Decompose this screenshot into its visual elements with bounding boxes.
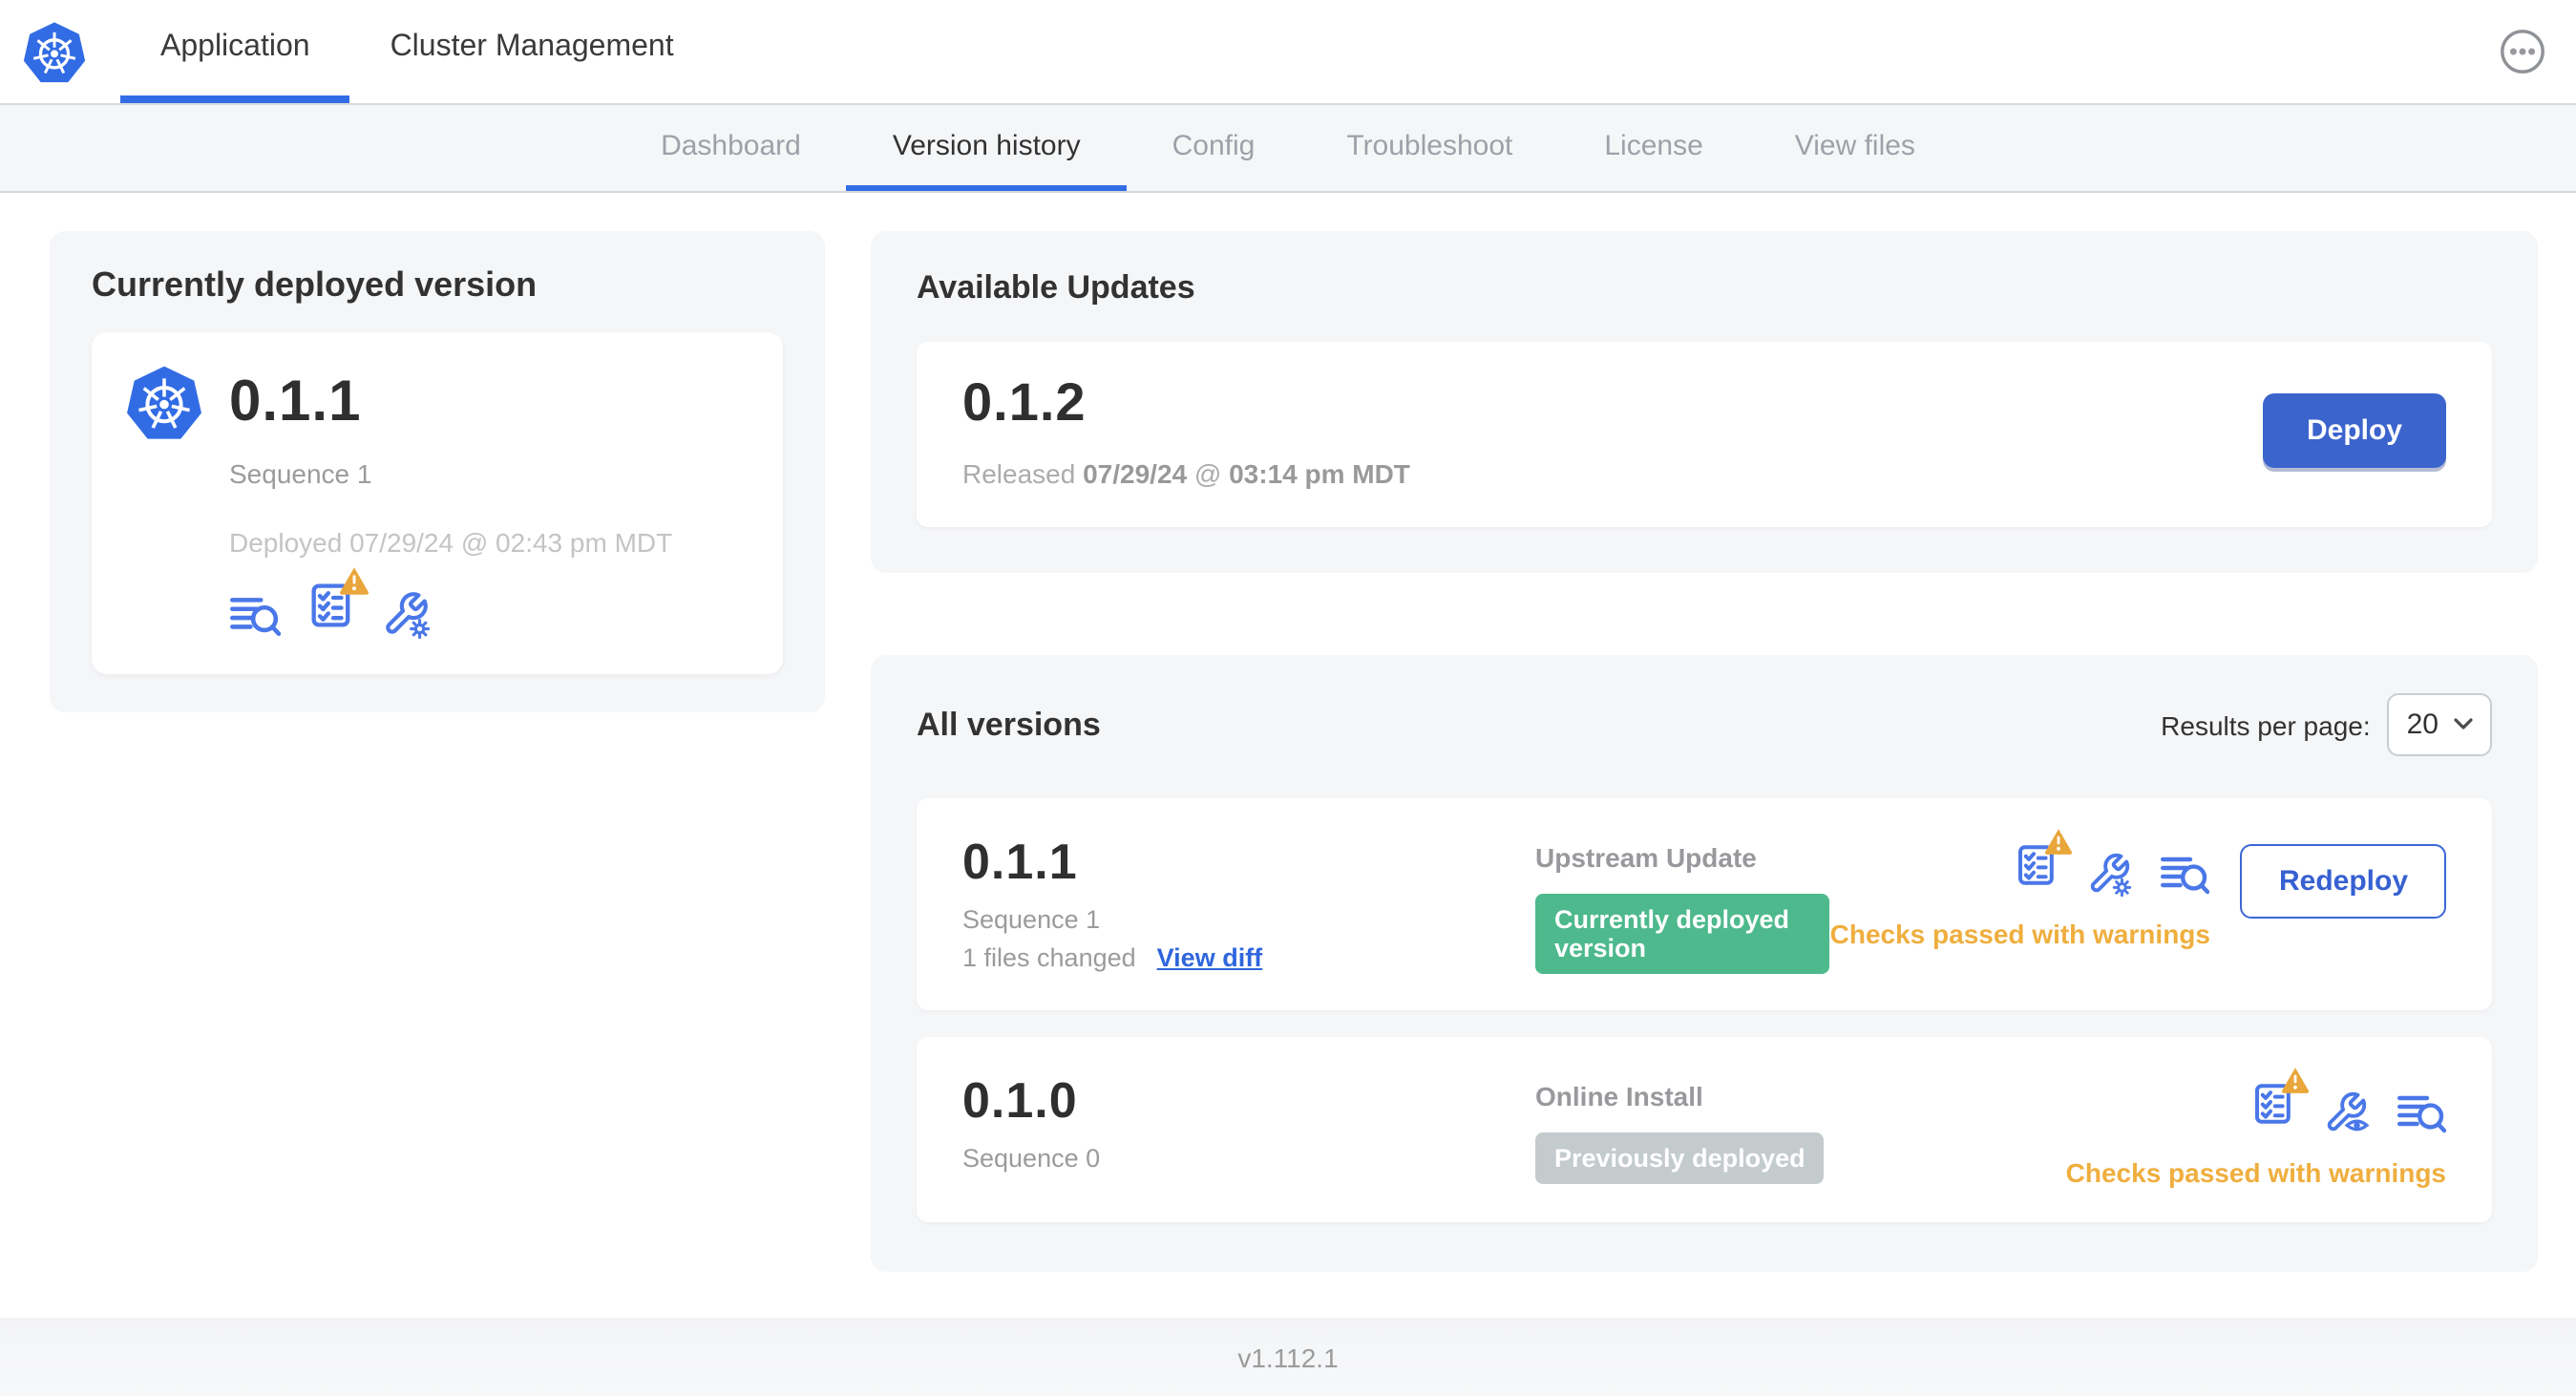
preflight-checks-warning-icon[interactable]: [2249, 1068, 2310, 1136]
preflight-status-link[interactable]: Checks passed with warnings: [1830, 919, 2210, 949]
row-version-number: 0.1.0: [962, 1071, 1078, 1129]
tab-version-history[interactable]: Version history: [846, 105, 1127, 191]
main-content: Currently deployed version 0.1.1 Sequenc…: [0, 193, 2576, 1272]
version-row-0-1-0: 0.1.0 Sequence 0 Online Install Previous…: [917, 1037, 2492, 1222]
row-sequence-label: Sequence 0: [962, 1144, 1101, 1173]
row-source-label: Upstream Update: [1535, 842, 1757, 873]
deployed-date-label: Deployed 07/29/24 @ 02:43 pm MDT: [229, 527, 673, 558]
tab-dashboard[interactable]: Dashboard: [615, 105, 847, 191]
kubernetes-logo-icon: [23, 21, 86, 82]
warning-triangle-icon: [2281, 1068, 2310, 1093]
edit-config-icon[interactable]: [380, 588, 432, 640]
available-updates-title: Available Updates: [917, 269, 1195, 306]
currently-deployed-card: Currently deployed version 0.1.1 Sequenc…: [50, 231, 825, 712]
edit-config-icon[interactable]: [2086, 850, 2134, 898]
release-notes-icon[interactable]: [2161, 852, 2210, 898]
results-per-page-label: Results per page:: [2161, 709, 2371, 740]
row-version-number: 0.1.1: [962, 833, 1078, 890]
top-bar: Application Cluster Management: [0, 0, 2576, 105]
released-date: 07/29/24: [1083, 458, 1188, 489]
deployed-version-number: 0.1.1: [229, 370, 362, 434]
update-row: 0.1.2 Released 07/29/24 @ 03:14 pm MDT D…: [917, 342, 2492, 527]
tab-troubleshoot[interactable]: Troubleshoot: [1300, 105, 1558, 191]
gear-icon: [410, 619, 431, 640]
view-diff-link[interactable]: View diff: [1157, 943, 1263, 972]
previously-deployed-badge: Previously deployed: [1535, 1132, 1825, 1184]
warning-triangle-icon: [2045, 829, 2074, 855]
top-tab-cluster-management[interactable]: Cluster Management: [350, 0, 714, 103]
tab-license[interactable]: License: [1558, 105, 1748, 191]
all-versions-title: All versions: [917, 706, 1101, 742]
preflight-checks-warning-icon[interactable]: [2014, 829, 2074, 898]
currently-deployed-badge: Currently deployed version: [1535, 894, 1830, 974]
deployed-sequence-label: Sequence 1: [229, 458, 372, 489]
gear-icon: [2113, 878, 2133, 898]
release-notes-icon[interactable]: [229, 592, 281, 640]
admin-console-app: Application Cluster Management Dashboard…: [0, 0, 2576, 1396]
deployed-version-panel: 0.1.1 Sequence 1 Deployed 07/29/24 @ 02:…: [92, 332, 783, 674]
deploy-button[interactable]: Deploy: [2262, 393, 2446, 468]
version-row-0-1-1: 0.1.1 Sequence 1 1 files changed View di…: [917, 798, 2492, 1010]
eye-icon: [2344, 1119, 2370, 1132]
app-subnav: Dashboard Version history Config Trouble…: [0, 105, 2576, 193]
console-version-label: v1.112.1: [1237, 1342, 1339, 1372]
kubernetes-app-icon: [127, 366, 201, 439]
chevron-down-icon: [2454, 718, 2473, 730]
update-released-label: Released 07/29/24 @ 03:14 pm MDT: [962, 458, 1410, 489]
redeploy-button[interactable]: Redeploy: [2240, 844, 2446, 919]
released-prefix: Released: [962, 458, 1076, 489]
view-config-icon[interactable]: [2322, 1089, 2370, 1136]
preflight-status-link[interactable]: Checks passed with warnings: [2066, 1157, 2446, 1188]
released-time: 03:14 pm MDT: [1229, 458, 1410, 489]
row-sequence-label: Sequence 1: [962, 905, 1101, 934]
all-versions-card: All versions Results per page: 20 0.1.1 …: [871, 655, 2538, 1272]
update-version-number: 0.1.2: [962, 372, 1087, 432]
row-source-label: Online Install: [1535, 1081, 1703, 1111]
warning-triangle-icon: [340, 567, 369, 595]
results-per-page-select[interactable]: 20: [2387, 693, 2492, 756]
released-separator: @: [1193, 458, 1222, 489]
right-column: Available Updates 0.1.2 Released 07/29/2…: [871, 231, 2538, 1272]
more-menu-button[interactable]: [2500, 29, 2545, 74]
preflight-checks-warning-icon[interactable]: [306, 567, 369, 640]
footer: v1.112.1: [0, 1318, 2576, 1396]
top-tabs: Application Cluster Management: [120, 0, 714, 103]
kubernetes-logo: [23, 0, 86, 103]
currently-deployed-title: Currently deployed version: [92, 265, 538, 304]
available-updates-card: Available Updates 0.1.2 Released 07/29/2…: [871, 231, 2538, 573]
tab-config[interactable]: Config: [1127, 105, 1301, 191]
files-changed-label: 1 files changed: [962, 943, 1136, 972]
tab-view-files[interactable]: View files: [1749, 105, 1961, 191]
release-notes-icon[interactable]: [2397, 1090, 2446, 1136]
results-per-page-value: 20: [2406, 709, 2439, 741]
ellipsis-icon: [2501, 30, 2544, 74]
top-tab-application[interactable]: Application: [120, 0, 350, 103]
